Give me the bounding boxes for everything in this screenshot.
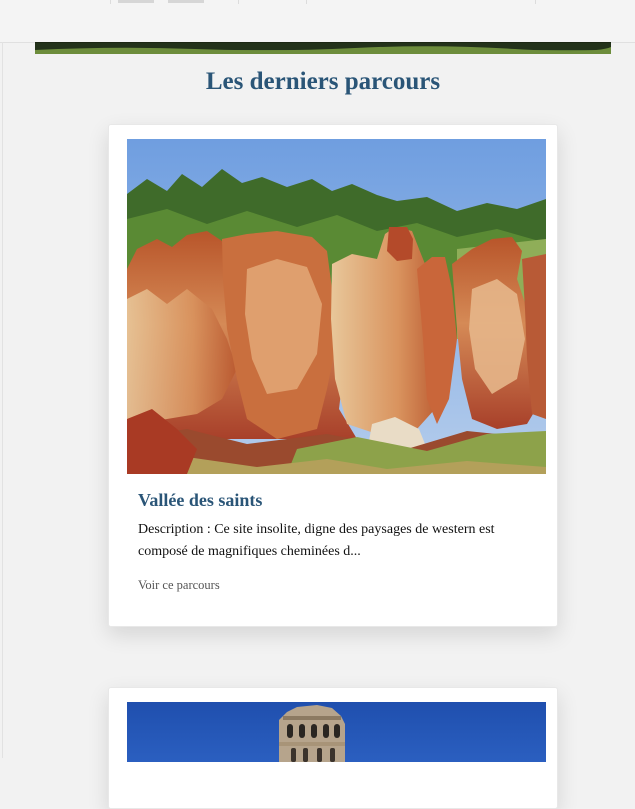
route-card-description: Description : Ce site insolite, digne de… xyxy=(138,522,495,559)
route-card-image[interactable] xyxy=(127,702,546,762)
route-card-image[interactable] xyxy=(127,139,546,474)
nav-tab[interactable] xyxy=(110,0,239,4)
route-card[interactable]: Vallée des saints Description : Ce site … xyxy=(108,124,558,627)
page-edge-divider xyxy=(2,42,3,758)
nav-tab[interactable] xyxy=(306,0,536,4)
route-card-title[interactable]: Vallée des saints xyxy=(138,490,262,511)
view-route-link[interactable]: Voir ce parcours xyxy=(138,578,220,593)
section-title: Les derniers parcours xyxy=(205,68,441,95)
header-banner-image xyxy=(35,42,611,54)
nav-tab[interactable] xyxy=(238,0,307,4)
top-navigation-bar xyxy=(0,0,635,43)
route-card[interactable] xyxy=(108,687,558,809)
nav-tab[interactable] xyxy=(0,0,111,4)
